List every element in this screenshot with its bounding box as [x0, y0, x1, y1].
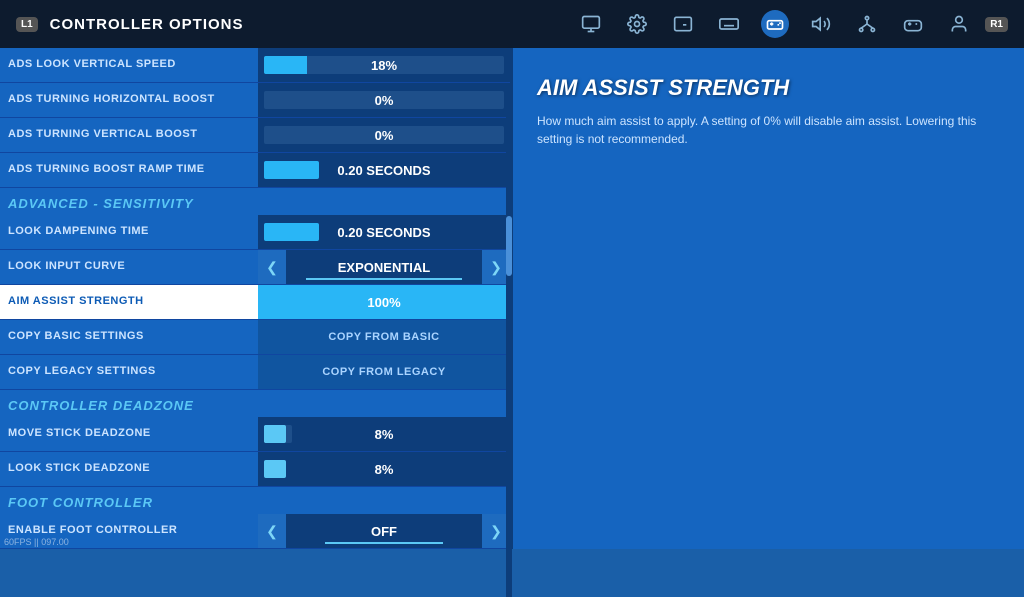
look-stick-label: LOOK STICK DEADZONE — [0, 456, 258, 481]
aim-assist-value: 100% — [258, 285, 510, 319]
ads-horizontal-label: ADS TURNING HORIZONTAL BOOST — [0, 87, 258, 112]
setting-row-look-input-curve[interactable]: LOOK INPUT CURVE ❮ EXPONENTIAL ❯ — [0, 250, 510, 285]
curve-value-display: EXPONENTIAL — [286, 250, 482, 284]
foot-controller-header: FOOT CONTROLLER — [0, 487, 510, 514]
speaker-icon[interactable] — [807, 10, 835, 38]
ads-look-vertical-label: ADS LOOK VERTICAL SPEED — [0, 52, 258, 77]
setting-row-move-stick[interactable]: MOVE STICK DEADZONE 8% — [0, 417, 510, 452]
setting-row-look-dampening[interactable]: LOOK DAMPENING TIME 0.20 Seconds — [0, 215, 510, 250]
scrollbar-track[interactable] — [506, 96, 512, 597]
top-bar: L1 Controller Options R1 — [0, 0, 1024, 48]
look-input-curve-label: LOOK INPUT CURVE — [0, 254, 258, 279]
look-stick-value: 8% — [258, 452, 510, 486]
setting-row-ads-horizontal[interactable]: ADS TURNING HORIZONTAL BOOST 0% — [0, 83, 510, 118]
right-panel: AIM ASSIST STRENGTH How much aim assist … — [510, 48, 1024, 549]
monitor-icon[interactable] — [577, 10, 605, 38]
curve-left-arrow[interactable]: ❮ — [258, 250, 286, 284]
setting-row-copy-legacy[interactable]: COPY LEGACY SETTINGS COPY FROM LEGACY — [0, 355, 510, 390]
setting-row-ads-look-vertical[interactable]: ADS LOOK VERTICAL SPEED 18% — [0, 48, 510, 83]
look-input-curve-control: ❮ EXPONENTIAL ❯ — [258, 250, 510, 284]
detail-description: How much aim assist to apply. A setting … — [537, 112, 1000, 148]
foot-value-display: OFF — [286, 514, 482, 548]
move-stick-value: 8% — [258, 417, 510, 451]
foot-left-arrow[interactable]: ❮ — [258, 514, 286, 548]
setting-row-ramp-time[interactable]: ADS TURNING BOOST RAMP TIME 0.20 Seconds — [0, 153, 510, 188]
ramp-time-label: ADS TURNING BOOST RAMP TIME — [0, 157, 258, 182]
copy-legacy-btn[interactable]: COPY FROM LEGACY — [258, 355, 510, 389]
aim-assist-label: AIM ASSIST STRENGTH — [0, 289, 258, 314]
advanced-sensitivity-header: ADVANCED - SENSITIVITY — [0, 188, 510, 215]
controller-icon[interactable] — [761, 10, 789, 38]
nav-icons-container — [577, 10, 973, 38]
ads-horizontal-value: 0% — [258, 83, 510, 117]
setting-row-copy-basic[interactable]: COPY BASIC SETTINGS COPY FROM BASIC — [0, 320, 510, 355]
person-icon[interactable] — [945, 10, 973, 38]
badge-l1: L1 — [16, 17, 38, 32]
setting-row-aim-assist[interactable]: AIM ASSIST STRENGTH 100% — [0, 285, 510, 320]
keyboard-icon[interactable] — [715, 10, 743, 38]
setting-row-ads-vertical[interactable]: ADS TURNING VERTICAL BOOST 0% — [0, 118, 510, 153]
setting-row-look-stick[interactable]: LOOK STICK DEADZONE 8% — [0, 452, 510, 487]
network-icon[interactable] — [853, 10, 881, 38]
main-content: ADS LOOK VERTICAL SPEED 18% ADS TURNING … — [0, 48, 1024, 549]
gamepad2-icon[interactable] — [899, 10, 927, 38]
ads-vertical-label: ADS TURNING VERTICAL BOOST — [0, 122, 258, 147]
controller-deadzone-header: CONTROLLER DEADZONE — [0, 390, 510, 417]
detail-title: AIM ASSIST STRENGTH — [537, 76, 1000, 100]
enable-foot-control: ❮ OFF ❯ — [258, 514, 510, 548]
scrollbar-thumb[interactable] — [506, 216, 512, 276]
move-stick-label: MOVE STICK DEADZONE — [0, 421, 258, 446]
ramp-time-value: 0.20 Seconds — [258, 153, 510, 187]
keyboard-layout-icon[interactable] — [669, 10, 697, 38]
copy-basic-label: COPY BASIC SETTINGS — [0, 324, 258, 349]
badge-r1: R1 — [985, 17, 1008, 32]
copy-basic-btn[interactable]: COPY FROM BASIC — [258, 320, 510, 354]
ads-look-vertical-value: 18% — [258, 48, 510, 82]
ads-vertical-value: 0% — [258, 118, 510, 152]
page-title: Controller Options — [50, 16, 566, 33]
left-panel: ADS LOOK VERTICAL SPEED 18% ADS TURNING … — [0, 48, 510, 549]
setting-row-enable-foot[interactable]: ENABLE FOOT CONTROLLER ❮ OFF ❯ — [0, 514, 510, 549]
look-dampening-value: 0.20 Seconds — [258, 215, 510, 249]
fps-overlay: 60FPS || 097.00 — [4, 537, 69, 547]
look-dampening-label: LOOK DAMPENING TIME — [0, 219, 258, 244]
copy-legacy-label: COPY LEGACY SETTINGS — [0, 359, 258, 384]
gear-icon[interactable] — [623, 10, 651, 38]
